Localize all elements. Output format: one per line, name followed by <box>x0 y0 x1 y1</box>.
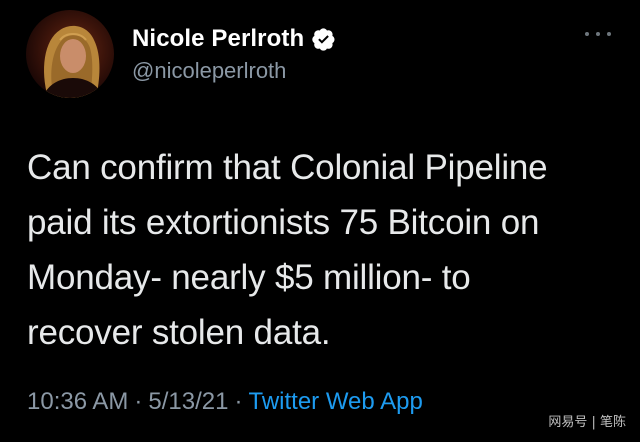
tweet-metadata: 10:36 AM · 5/13/21 · Twitter Web App <box>27 388 423 416</box>
more-dot <box>596 32 600 36</box>
tweet-text: Can confirm that Colonial Pipeline paid … <box>27 140 627 360</box>
tweet-text-line: Monday- nearly $5 million- to <box>27 258 471 297</box>
tweet-card: Nicole Perlroth @nicoleperlroth Can conf… <box>0 0 640 442</box>
more-dot <box>585 32 589 36</box>
watermark: 网易号 | 笔陈 <box>548 415 626 430</box>
tweet-text-line: recover stolen data. <box>27 313 331 352</box>
more-options-icon[interactable] <box>585 28 611 40</box>
author-avatar[interactable] <box>26 10 114 98</box>
author-display-name[interactable]: Nicole Perlroth <box>132 25 304 53</box>
avatar-photo-icon <box>42 25 104 98</box>
tweet-text-line: paid its extortionists 75 Bitcoin on <box>27 203 540 242</box>
tweet-source-link[interactable]: Twitter Web App <box>248 388 422 416</box>
author-name-row: Nicole Perlroth <box>132 22 336 56</box>
author-handle[interactable]: @nicoleperlroth <box>132 58 286 84</box>
meta-separator: · <box>134 388 143 415</box>
more-dot <box>607 32 611 36</box>
tweet-date[interactable]: 5/13/21 <box>148 388 228 416</box>
meta-separator: · <box>234 388 243 415</box>
tweet-text-line: Can confirm that Colonial Pipeline <box>27 148 548 187</box>
verified-badge-icon <box>312 27 336 51</box>
tweet-time[interactable]: 10:36 AM <box>27 388 128 416</box>
